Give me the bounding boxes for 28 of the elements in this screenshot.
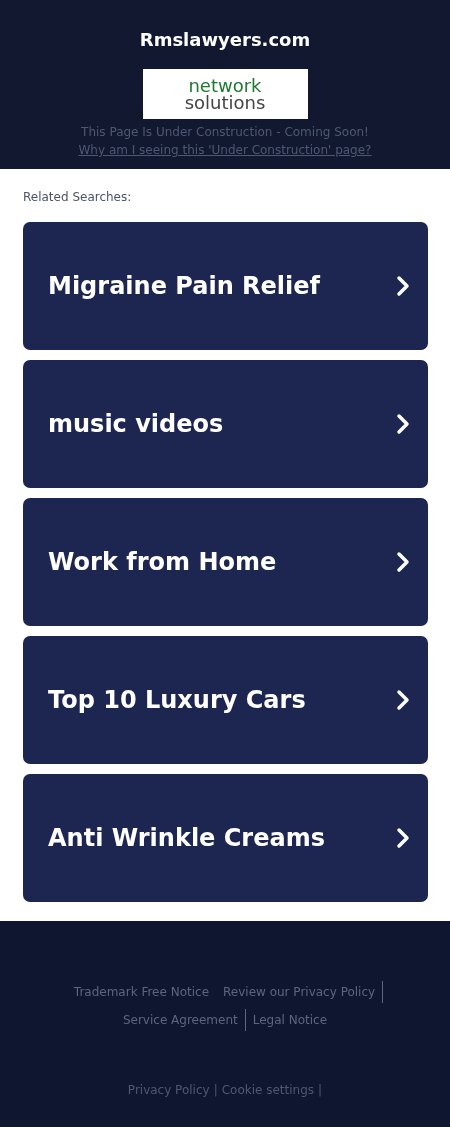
- search-card[interactable]: Top 10 Luxury Cars: [23, 636, 428, 764]
- logo: network solutions: [142, 69, 308, 119]
- separator-text: |: [213, 1083, 218, 1097]
- site-title: Rmslawyers.com: [139, 29, 311, 51]
- footer-link[interactable]: Trademark Free Notice: [66, 981, 217, 1003]
- section-heading: Related Searches:: [23, 189, 133, 205]
- footer-link[interactable]: Service Agreement: [115, 1009, 246, 1031]
- info-link[interactable]: Why am I seeing this 'Under Construction' page?: [78, 141, 372, 159]
- footer-link[interactable]: Review our Privacy Policy: [216, 981, 384, 1003]
- chevron-right-icon: [396, 689, 410, 711]
- card-title: Anti Wrinkle Creams: [48, 824, 325, 852]
- search-card[interactable]: Work from Home: [23, 498, 428, 626]
- card-title: Migraine Pain Relief: [48, 272, 320, 300]
- footer-link[interactable]: Legal Notice: [245, 1009, 335, 1031]
- chevron-right-icon: [396, 413, 410, 435]
- separator-text: |: [318, 1083, 323, 1097]
- footer-link[interactable]: Privacy Policy: [127, 1083, 210, 1097]
- footer-link[interactable]: Cookie settings: [221, 1083, 315, 1097]
- notice-text: This Page Is Under Construction - Coming Soon!: [81, 124, 369, 141]
- card-title: music videos: [48, 410, 224, 438]
- chevron-right-icon: [396, 551, 410, 573]
- card-title: Top 10 Luxury Cars: [48, 686, 306, 714]
- search-card[interactable]: Anti Wrinkle Creams: [23, 774, 428, 902]
- card-title: Work from Home: [48, 548, 277, 576]
- search-card[interactable]: music videos: [23, 360, 428, 488]
- search-card[interactable]: Migraine Pain Relief: [23, 222, 428, 350]
- chevron-right-icon: [396, 275, 410, 297]
- chevron-right-icon: [396, 827, 410, 849]
